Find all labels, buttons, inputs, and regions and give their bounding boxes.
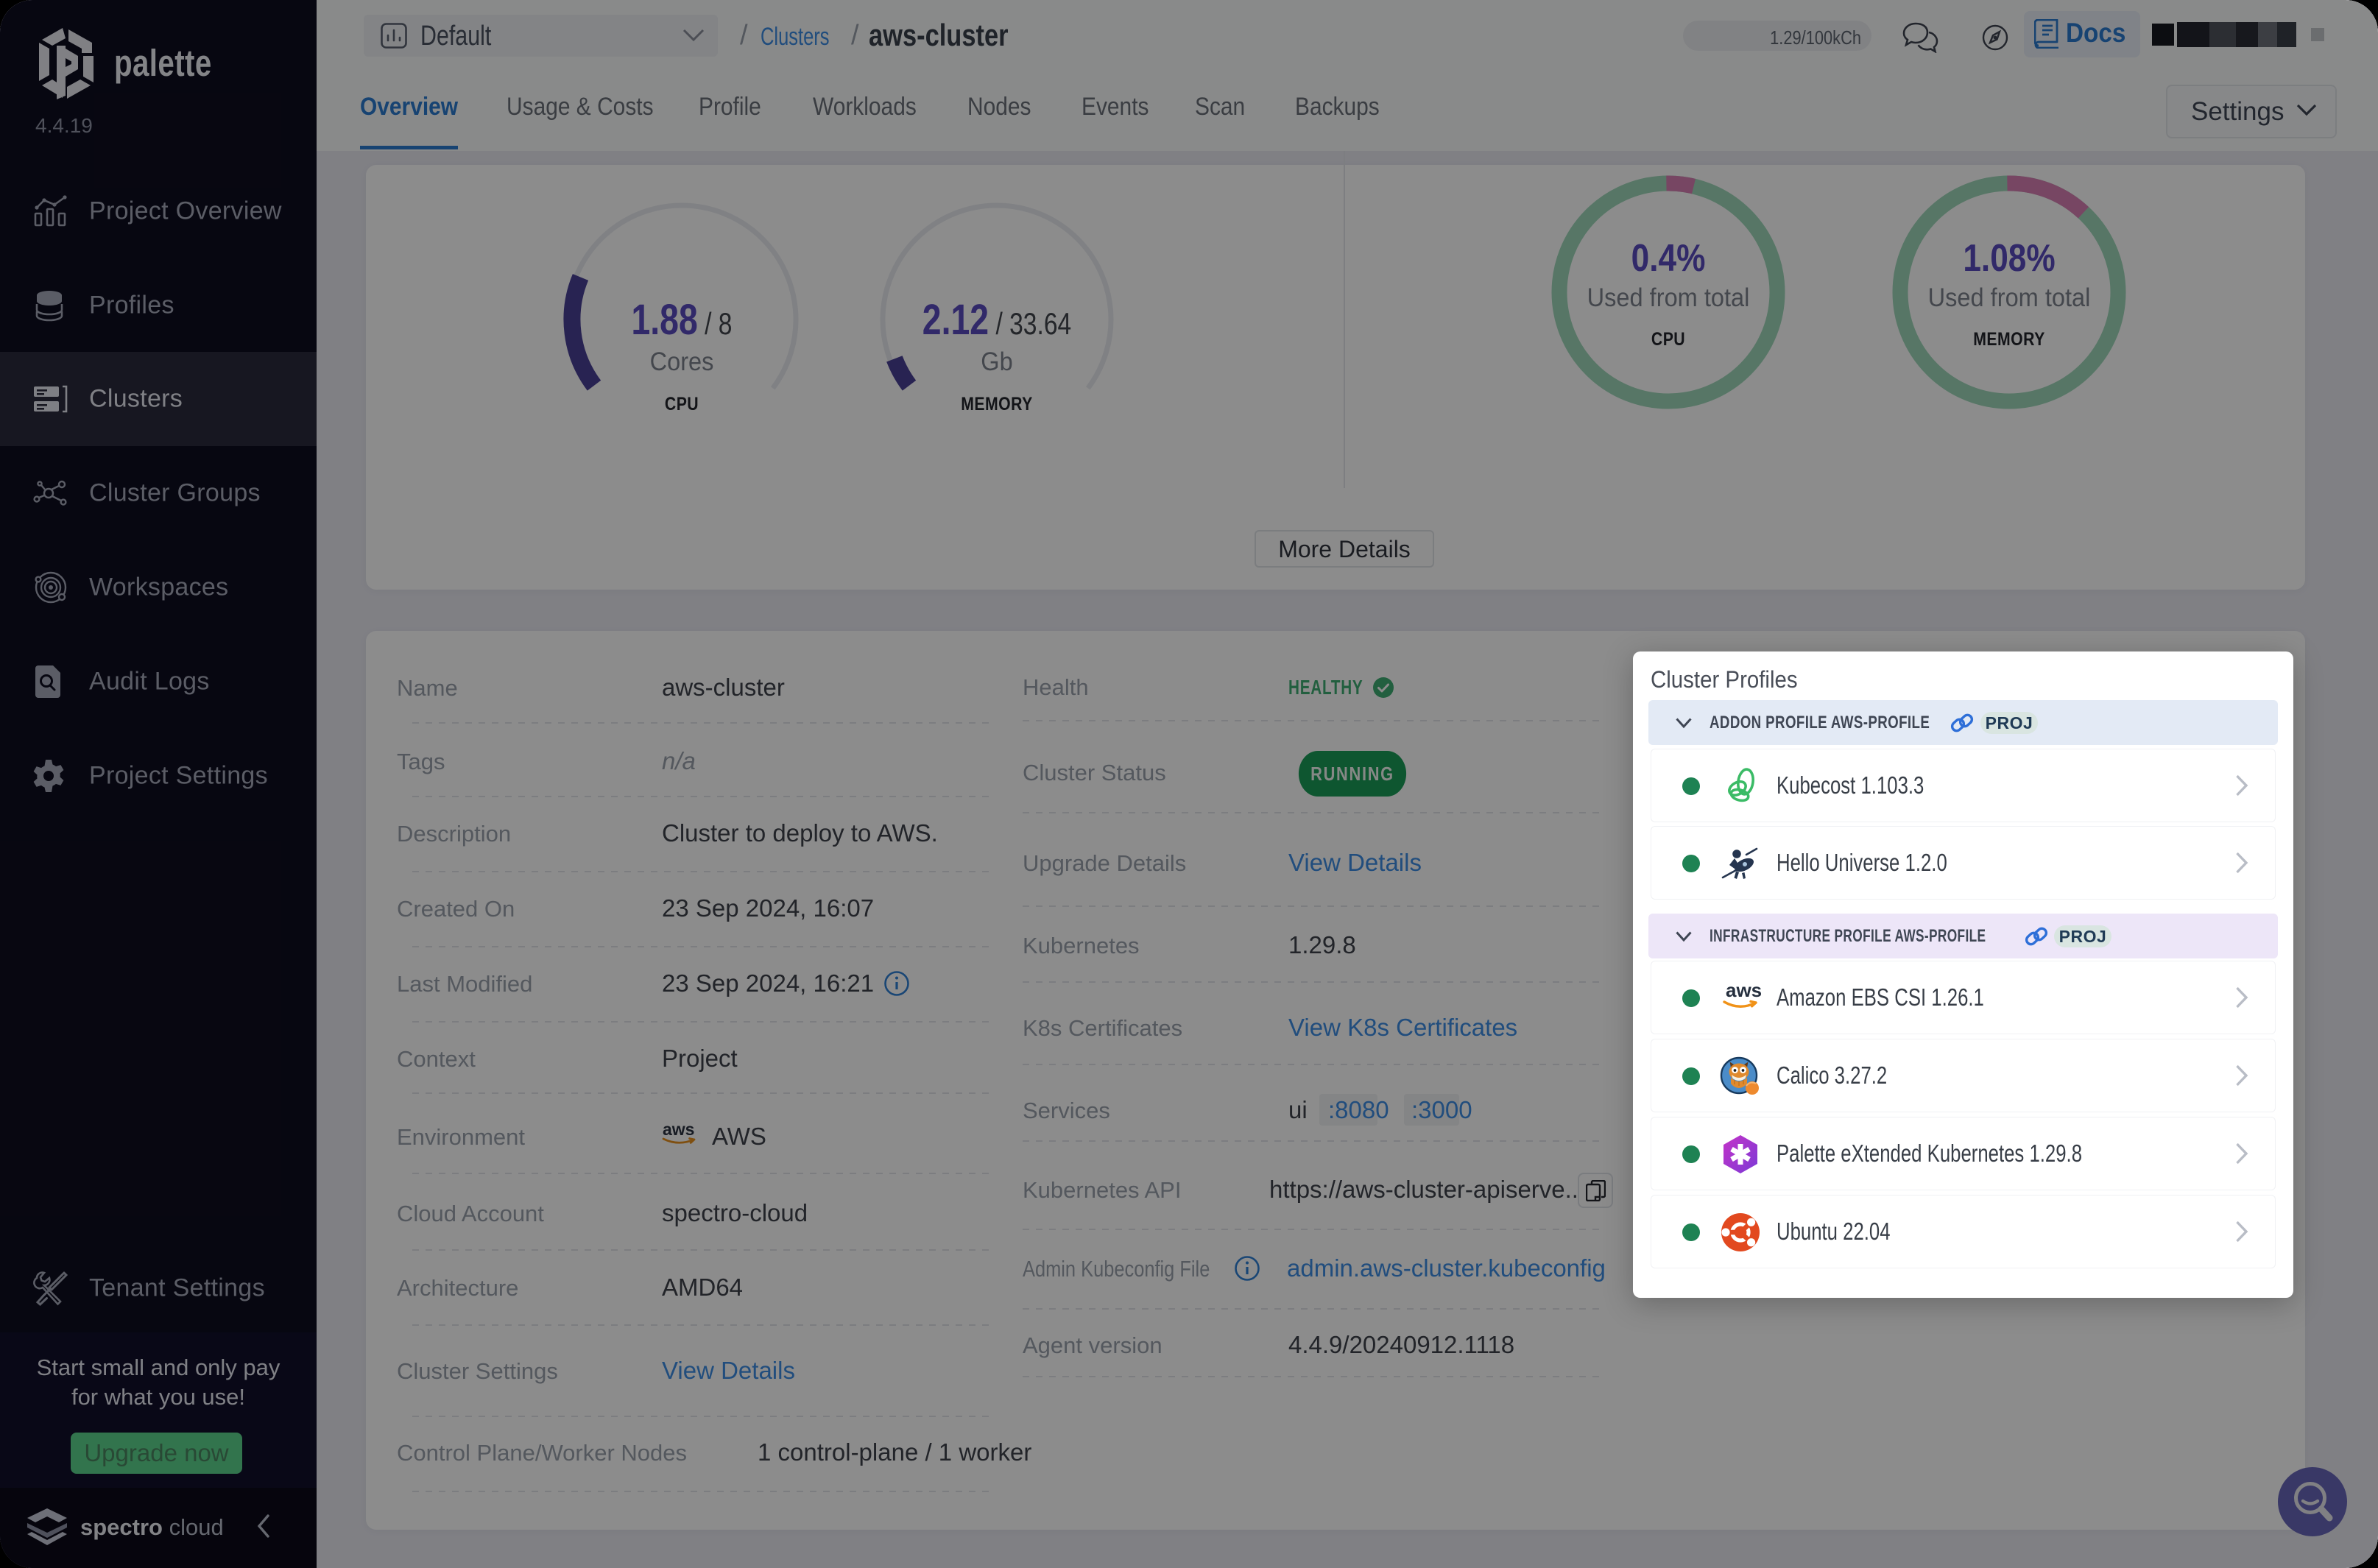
svg-text:aws: aws xyxy=(1726,979,1761,1001)
